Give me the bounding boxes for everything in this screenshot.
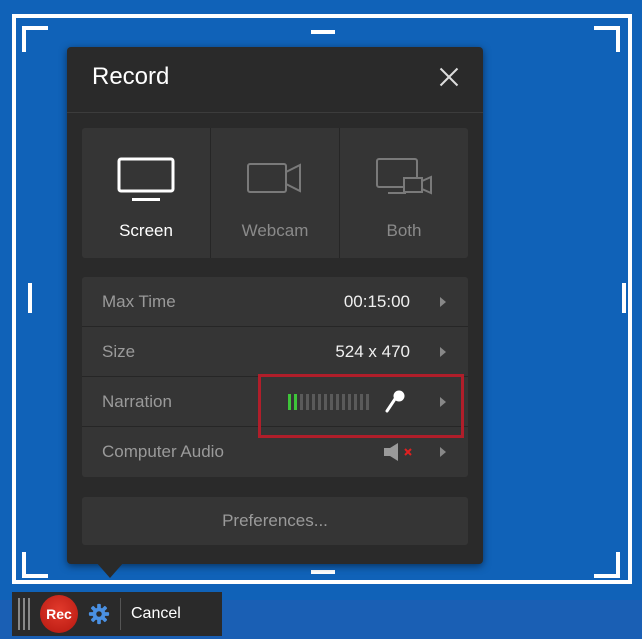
screen-webcam-icon xyxy=(376,158,432,195)
panel-title: Record xyxy=(92,63,170,90)
monitor-icon xyxy=(117,157,175,201)
resize-handle-right[interactable] xyxy=(622,283,626,313)
record-button[interactable]: Rec xyxy=(40,595,78,633)
resize-handle-top-left[interactable] xyxy=(22,26,48,52)
chevron-right-icon xyxy=(440,347,446,357)
size-value: 524 x 470 xyxy=(335,342,410,361)
record-mode-selector: Screen Webcam Both xyxy=(82,128,468,258)
mode-webcam-button[interactable]: Webcam xyxy=(211,128,340,258)
resize-handle-bottom-left[interactable] xyxy=(22,552,48,578)
mode-label: Both xyxy=(386,221,422,240)
panel-pointer xyxy=(96,562,124,578)
resize-handle-top[interactable] xyxy=(311,30,335,34)
record-panel: Record Screen Webcam Both Max Time 00:15… xyxy=(67,47,483,564)
drag-handle-icon[interactable] xyxy=(14,596,36,632)
gear-icon[interactable] xyxy=(88,603,110,625)
webcam-icon xyxy=(247,163,301,193)
narration-label: Narration xyxy=(102,392,172,411)
close-icon[interactable] xyxy=(437,65,461,89)
resize-handle-bottom[interactable] xyxy=(311,570,335,574)
preferences-button[interactable]: Preferences... xyxy=(82,497,468,545)
cancel-button[interactable]: Cancel xyxy=(131,605,181,623)
size-label: Size xyxy=(102,342,136,361)
mode-label: Webcam xyxy=(241,221,309,240)
recording-toolbar: Rec Cancel xyxy=(12,592,222,636)
chevron-right-icon xyxy=(440,297,446,307)
max-time-row[interactable]: Max Time 00:15:00 xyxy=(82,277,468,327)
resize-handle-left[interactable] xyxy=(28,283,32,313)
narration-highlight-box xyxy=(258,374,464,438)
computer-audio-label: Computer Audio xyxy=(102,442,224,461)
speaker-muted-icon[interactable] xyxy=(384,443,418,461)
mode-both-button[interactable]: Both xyxy=(340,128,468,258)
chevron-right-icon xyxy=(440,447,446,457)
resize-handle-top-right[interactable] xyxy=(594,26,620,52)
mode-screen-button[interactable]: Screen xyxy=(82,128,211,258)
preferences-label: Preferences... xyxy=(222,511,328,530)
max-time-value: 00:15:00 xyxy=(343,292,410,311)
resize-handle-bottom-right[interactable] xyxy=(594,552,620,578)
size-row[interactable]: Size 524 x 470 xyxy=(82,327,468,377)
mode-label: Screen xyxy=(119,221,173,240)
toolbar-divider xyxy=(120,598,121,630)
divider xyxy=(67,112,483,113)
max-time-label: Max Time xyxy=(102,292,176,311)
